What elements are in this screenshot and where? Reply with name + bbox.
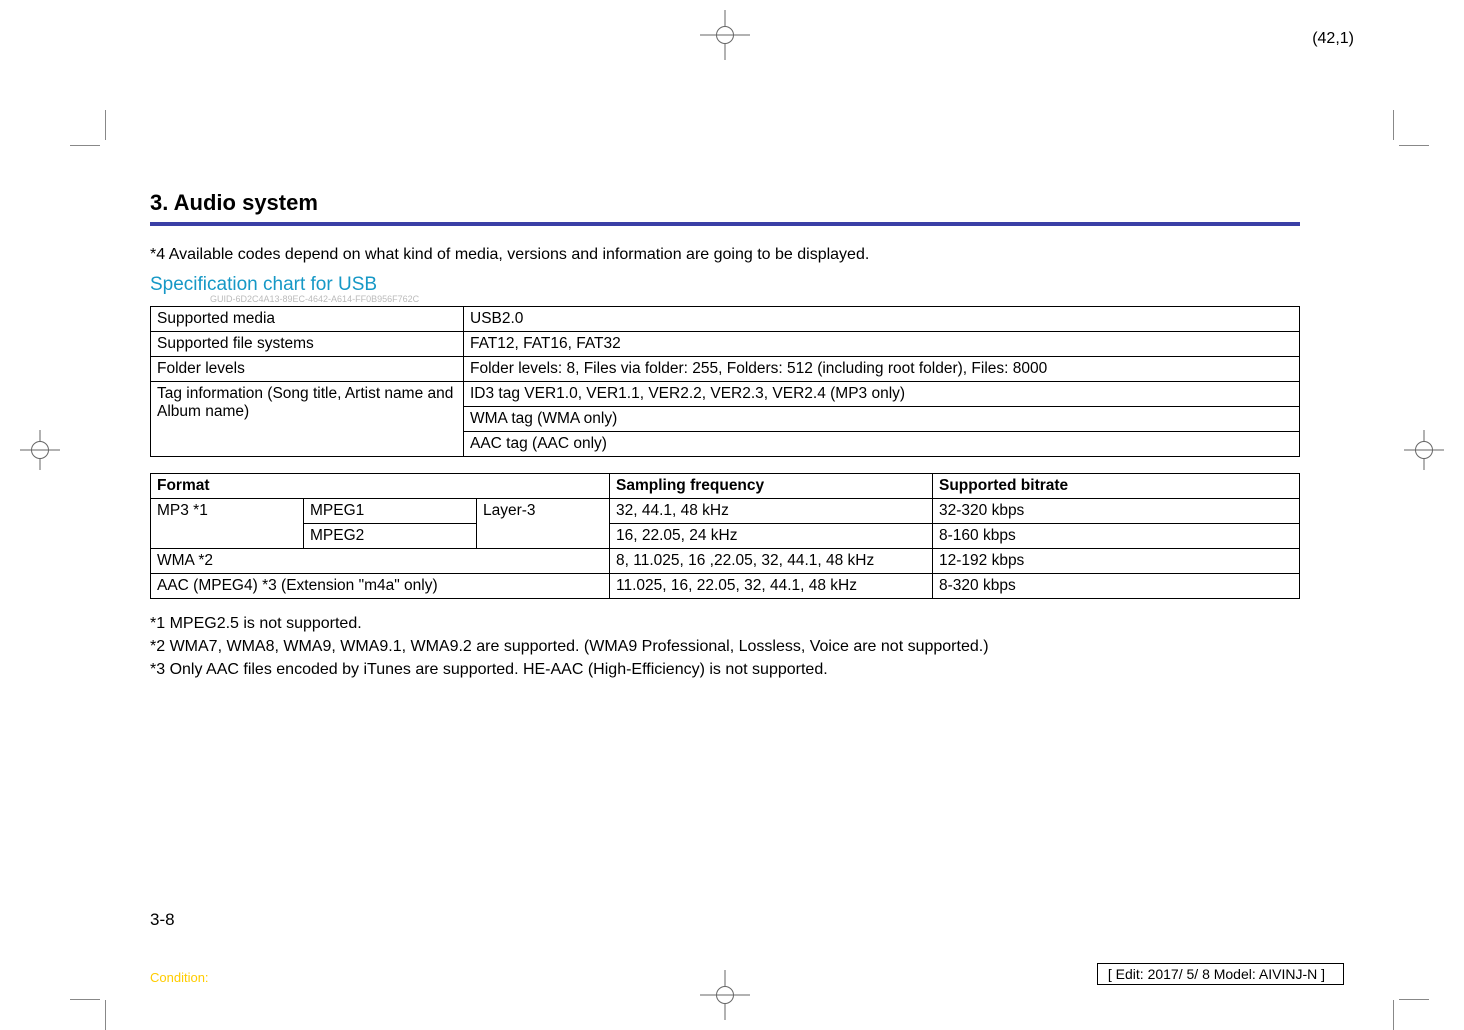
format-aac: AAC (MPEG4) *3 (Extension "m4a" only) (151, 574, 610, 599)
spec-value: AAC tag (AAC only) (464, 432, 1300, 457)
crop-corner (70, 145, 100, 146)
reg-mark-right (1404, 430, 1444, 470)
spec-value: FAT12, FAT16, FAT32 (464, 332, 1300, 357)
section-title-text: Audio system (174, 190, 318, 215)
format-table: Format Sampling frequency Supported bitr… (150, 473, 1300, 599)
format-mp3: MP3 *1 (151, 499, 304, 549)
crop-corner (105, 1000, 106, 1030)
sampling-value: 32, 44.1, 48 kHz (610, 499, 933, 524)
spec-value: WMA tag (WMA only) (464, 407, 1300, 432)
page: (42,1) 3. Audio system *4 Available code… (0, 0, 1464, 1010)
table-header-row: Format Sampling frequency Supported bitr… (151, 474, 1300, 499)
table-row: AAC (MPEG4) *3 (Extension "m4a" only) 11… (151, 574, 1300, 599)
table-row: WMA *2 8, 11.025, 16 ,22.05, 32, 44.1, 4… (151, 549, 1300, 574)
crop-corner (70, 999, 100, 1000)
bitrate-value: 8-320 kbps (933, 574, 1300, 599)
accent-bar (150, 222, 1300, 226)
spec-label: Folder levels (151, 357, 464, 382)
spec-label: Supported media (151, 307, 464, 332)
spec-value: Folder levels: 8, Files via folder: 255,… (464, 357, 1300, 382)
crop-corner (105, 110, 106, 140)
table-row: Folder levels Folder levels: 8, Files vi… (151, 357, 1300, 382)
page-coordinate: (42,1) (1312, 30, 1354, 48)
sub-heading: Specification chart for USB (150, 274, 1300, 296)
section-number: 3. (150, 190, 168, 215)
page-number: 3-8 (150, 910, 175, 930)
table-row: MPEG2 16, 22.05, 24 kHz 8-160 kbps (151, 524, 1300, 549)
section-heading: 3. Audio system (150, 190, 1300, 216)
format-wma: WMA *2 (151, 549, 610, 574)
crop-corner (1393, 1000, 1394, 1030)
table-row: Supported media USB2.0 (151, 307, 1300, 332)
intro-footnote: *4 Available codes depend on what kind o… (150, 246, 1300, 264)
bitrate-value: 8-160 kbps (933, 524, 1300, 549)
spec-table: Supported media USB2.0 Supported file sy… (150, 306, 1300, 457)
spec-label: Tag information (Song title, Artist name… (151, 382, 464, 457)
footnote: *3 Only AAC files encoded by iTunes are … (150, 661, 1300, 679)
mp3-codec: MPEG2 (304, 524, 477, 549)
table-row: Supported file systems FAT12, FAT16, FAT… (151, 332, 1300, 357)
sampling-value: 8, 11.025, 16 ,22.05, 32, 44.1, 48 kHz (610, 549, 933, 574)
guid-text: GUID-6D2C4A13-89EC-4642-A614-FF0B956F762… (210, 294, 1300, 304)
reg-mark-left (20, 430, 60, 470)
mp3-layer: Layer-3 (477, 499, 610, 549)
condition-label: Condition: (150, 970, 209, 985)
footnote: *2 WMA7, WMA8, WMA9, WMA9.1, WMA9.2 are … (150, 638, 1300, 656)
bitrate-value: 12-192 kbps (933, 549, 1300, 574)
sampling-value: 16, 22.05, 24 kHz (610, 524, 933, 549)
table-row: Tag information (Song title, Artist name… (151, 382, 1300, 407)
col-bitrate: Supported bitrate (933, 474, 1300, 499)
spec-value: USB2.0 (464, 307, 1300, 332)
crop-corner (1393, 110, 1394, 140)
spec-label: Supported file systems (151, 332, 464, 357)
crop-corner (1399, 999, 1429, 1000)
col-format: Format (151, 474, 610, 499)
mp3-codec: MPEG1 (304, 499, 477, 524)
footnotes: *1 MPEG2.5 is not supported. *2 WMA7, WM… (150, 615, 1300, 679)
reg-mark-top (700, 10, 750, 60)
crop-corner (1399, 145, 1429, 146)
table-row: MP3 *1 MPEG1 Layer-3 32, 44.1, 48 kHz 32… (151, 499, 1300, 524)
sampling-value: 11.025, 16, 22.05, 32, 44.1, 48 kHz (610, 574, 933, 599)
spec-value: ID3 tag VER1.0, VER1.1, VER2.2, VER2.3, … (464, 382, 1300, 407)
content: 3. Audio system *4 Available codes depen… (150, 190, 1300, 684)
reg-mark-bottom (700, 970, 750, 1020)
edit-info: [ Edit: 2017/ 5/ 8 Model: AIVINJ-N ] (1097, 963, 1344, 985)
bitrate-value: 32-320 kbps (933, 499, 1300, 524)
footnote: *1 MPEG2.5 is not supported. (150, 615, 1300, 633)
col-sampling: Sampling frequency (610, 474, 933, 499)
